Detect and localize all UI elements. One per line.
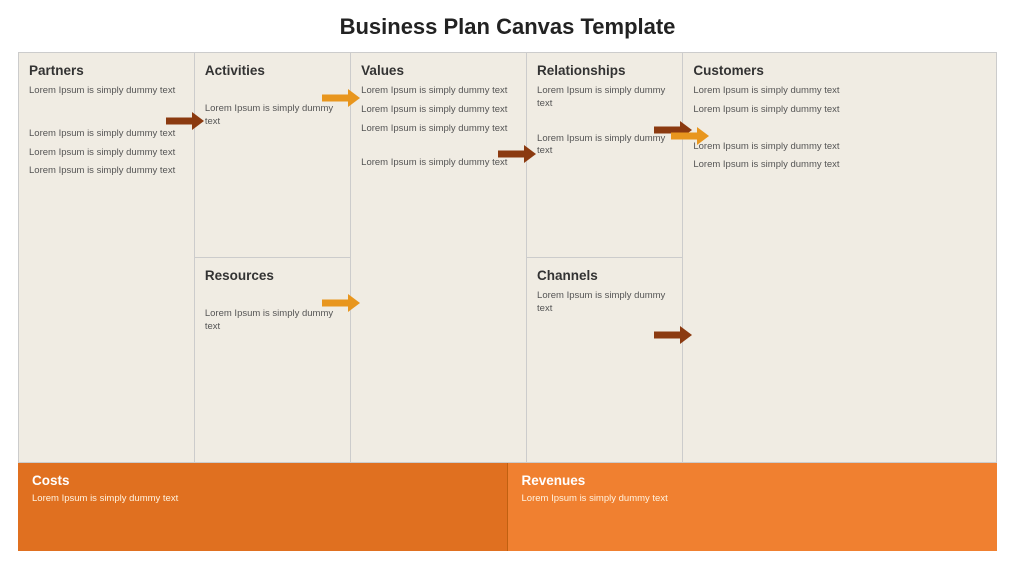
partners-text-3: Lorem Ipsum is simply dummy text bbox=[29, 147, 184, 160]
top-section: Partners Lorem Ipsum is simply dummy tex… bbox=[18, 52, 997, 463]
customers-text-3: Lorem Ipsum is simply dummy text bbox=[693, 141, 986, 154]
values-text-1: Lorem Ipsum is simply dummy text bbox=[361, 85, 516, 98]
customers-text-4: Lorem Ipsum is simply dummy text bbox=[693, 159, 986, 172]
resources-cell: Resources Lorem Ipsum is simply dummy te… bbox=[195, 258, 350, 462]
bottom-section: Costs Lorem Ipsum is simply dummy text R… bbox=[18, 463, 997, 551]
costs-text-1: Lorem Ipsum is simply dummy text bbox=[32, 493, 493, 506]
channels-header: Channels bbox=[537, 268, 672, 283]
values-header: Values bbox=[361, 63, 516, 78]
partners-text-4: Lorem Ipsum is simply dummy text bbox=[29, 165, 184, 178]
activities-text-1: Lorem Ipsum is simply dummy text bbox=[205, 103, 340, 129]
partners-header: Partners bbox=[29, 63, 184, 78]
values-text-4: Lorem Ipsum is simply dummy text bbox=[361, 157, 516, 170]
partners-text-2: Lorem Ipsum is simply dummy text bbox=[29, 128, 184, 141]
activities-header: Activities bbox=[205, 63, 340, 78]
channels-cell: Channels Lorem Ipsum is simply dummy tex… bbox=[527, 258, 682, 462]
channels-text-1: Lorem Ipsum is simply dummy text bbox=[537, 290, 672, 316]
revenues-text-1: Lorem Ipsum is simply dummy text bbox=[522, 493, 984, 506]
relationships-header: Relationships bbox=[537, 63, 672, 78]
relationships-channels-column: Relationships Lorem Ipsum is simply dumm… bbox=[527, 53, 683, 462]
values-column: Values Lorem Ipsum is simply dummy text … bbox=[351, 53, 527, 462]
customers-arrow bbox=[671, 127, 709, 145]
values-text-2: Lorem Ipsum is simply dummy text bbox=[361, 104, 516, 117]
customers-text-2: Lorem Ipsum is simply dummy text bbox=[693, 104, 986, 117]
revenues-cell: Revenues Lorem Ipsum is simply dummy tex… bbox=[508, 463, 998, 551]
relationships-text-1: Lorem Ipsum is simply dummy text bbox=[537, 85, 672, 111]
activities-cell: Activities Lorem Ipsum is simply dummy t… bbox=[195, 53, 350, 258]
partners-text-1: Lorem Ipsum is simply dummy text bbox=[29, 85, 184, 98]
revenues-header: Revenues bbox=[522, 473, 984, 488]
customers-column: Customers Lorem Ipsum is simply dummy te… bbox=[683, 53, 996, 462]
relationships-text-2: Lorem Ipsum is simply dummy text bbox=[537, 133, 672, 159]
canvas-container: Partners Lorem Ipsum is simply dummy tex… bbox=[18, 52, 997, 551]
page: Business Plan Canvas Template Partners L… bbox=[0, 0, 1015, 561]
relationships-cell: Relationships Lorem Ipsum is simply dumm… bbox=[527, 53, 682, 258]
customers-text-1: Lorem Ipsum is simply dummy text bbox=[693, 85, 986, 98]
activities-resources-column: Activities Lorem Ipsum is simply dummy t… bbox=[195, 53, 351, 462]
customers-header: Customers bbox=[693, 63, 986, 78]
resources-header: Resources bbox=[205, 268, 340, 283]
costs-header: Costs bbox=[32, 473, 493, 488]
partners-column: Partners Lorem Ipsum is simply dummy tex… bbox=[19, 53, 195, 462]
page-title: Business Plan Canvas Template bbox=[18, 14, 997, 40]
values-text-3: Lorem Ipsum is simply dummy text bbox=[361, 123, 516, 136]
costs-cell: Costs Lorem Ipsum is simply dummy text bbox=[18, 463, 508, 551]
resources-text-1: Lorem Ipsum is simply dummy text bbox=[205, 308, 340, 334]
